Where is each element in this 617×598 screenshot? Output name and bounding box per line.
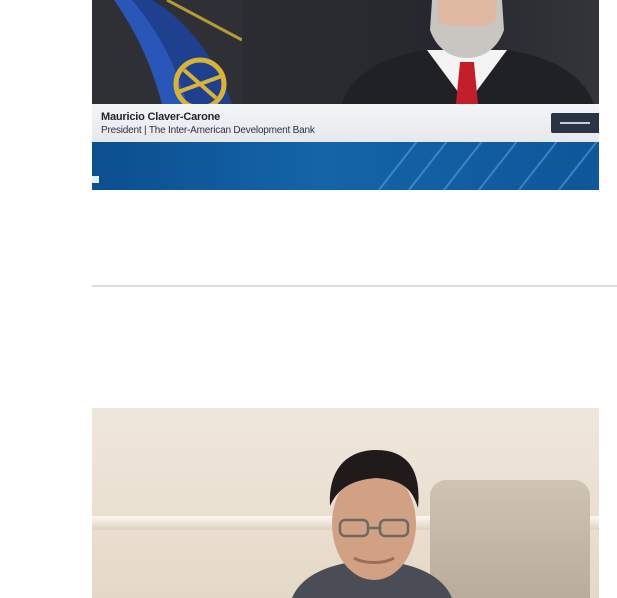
- person-figure: [292, 450, 452, 598]
- page: Mauricio Claver-Carone President | The I…: [0, 0, 617, 598]
- lower-banner: [92, 142, 599, 190]
- speaker-name: Mauricio Claver-Carone: [101, 111, 221, 123]
- speaker-figure: [342, 0, 594, 104]
- corner-logo-mark: [92, 176, 99, 183]
- broadcast-badge: [551, 113, 599, 133]
- article-image[interactable]: [92, 408, 599, 598]
- flag-graphic: [92, 0, 242, 104]
- article-divider: [92, 285, 617, 287]
- speaker-title: President | The Inter-American Developme…: [101, 125, 315, 136]
- lower-third: Mauricio Claver-Carone President | The I…: [92, 104, 599, 142]
- chair: [430, 480, 590, 598]
- article-image[interactable]: Mauricio Claver-Carone President | The I…: [92, 0, 599, 190]
